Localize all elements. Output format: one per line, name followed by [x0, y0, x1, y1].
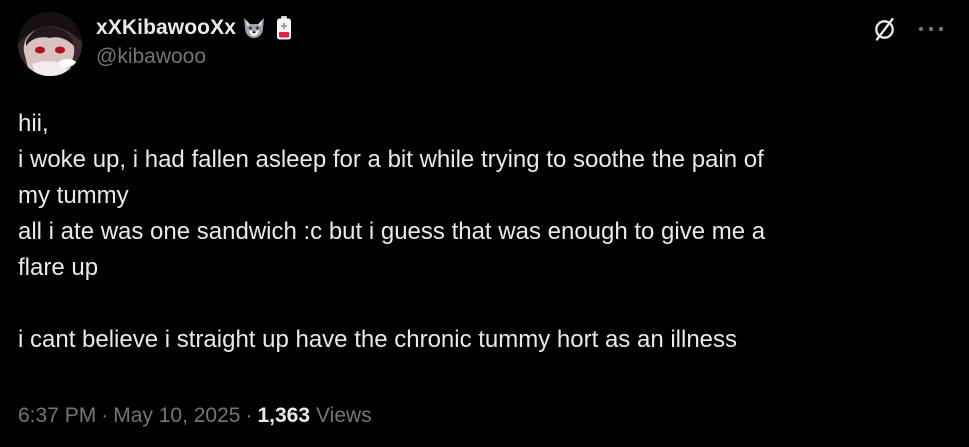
post-text-blank-line	[18, 286, 948, 322]
author-handle[interactable]: @kibawooo	[96, 45, 206, 69]
avatar[interactable]	[18, 12, 82, 76]
meta-separator: ·	[245, 404, 253, 427]
post-time[interactable]: 6:37 PM	[18, 404, 96, 428]
post-text-line: i woke up, i had fallen asleep for a bit…	[18, 146, 764, 173]
post-text-line: hii,	[18, 110, 49, 137]
post-card: xXKibawooXx @kibawooo hii, i woke up, i …	[0, 0, 969, 447]
post-text-line: my tummy	[18, 182, 129, 209]
meta-separator: ·	[101, 404, 109, 427]
low-battery-emoji-icon	[272, 15, 296, 41]
grok-button[interactable]	[871, 15, 899, 43]
grok-slash-icon	[875, 17, 894, 41]
post-text-line: all i ate was one sandwich :c but i gues…	[18, 218, 766, 245]
post-date[interactable]: May 10, 2025	[113, 404, 240, 428]
avatar-image	[18, 12, 82, 76]
display-name[interactable]: xXKibawooXx	[96, 16, 236, 40]
post-meta: 6:37 PM · May 10, 2025 · 1,363 Views	[18, 404, 372, 428]
views-count[interactable]: 1,363	[257, 404, 310, 428]
post-text: hii, i woke up, i had fallen asleep for …	[18, 106, 948, 358]
author-name-row: xXKibawooXx	[96, 13, 296, 43]
views-label[interactable]: Views	[316, 404, 372, 428]
wolf-emoji-icon	[242, 15, 266, 41]
post-text-line: i cant believe i straight up have the ch…	[18, 326, 738, 353]
more-horizontal-icon	[918, 26, 944, 32]
post-text-line: flare up	[18, 254, 99, 281]
more-options-button[interactable]	[914, 15, 948, 43]
